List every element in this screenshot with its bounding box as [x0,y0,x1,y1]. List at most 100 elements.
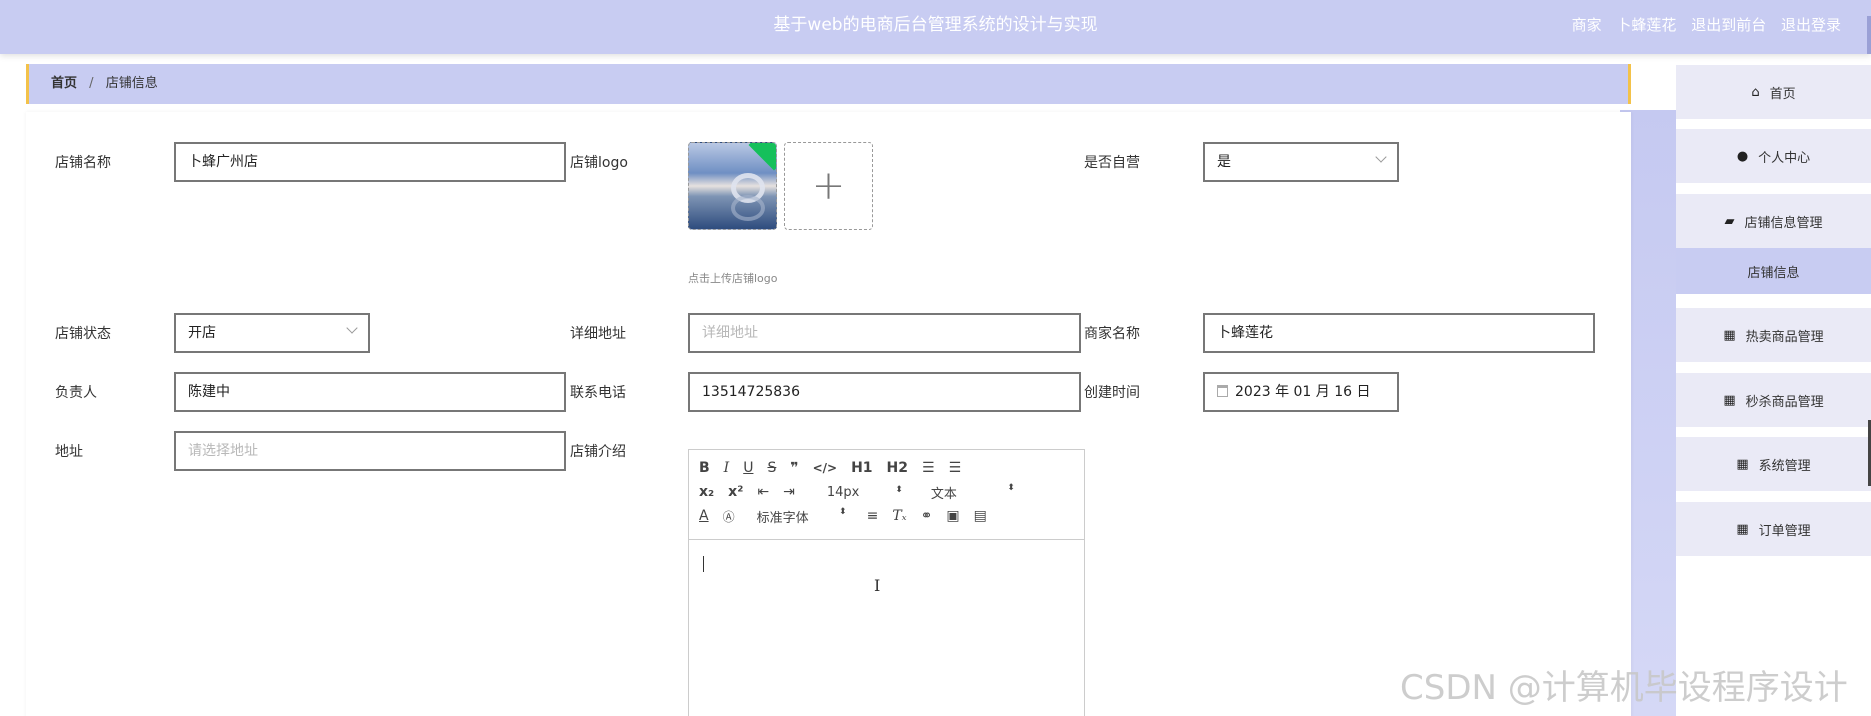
merchant-name-input[interactable]: 卜蜂莲花 [1203,313,1595,353]
apps-icon: ▦ [1723,392,1736,408]
upload-success-badge [748,143,776,171]
text-type-picker[interactable]: 文本 ⬍ [931,483,1015,502]
intro-rich-text-editor[interactable]: B I U S ❞ </> H1 H2 ☰ ☰ x₂ x² ⇤ ⇥ 14px ⬍… [688,449,1085,716]
phone-input[interactable]: 13514725836 [688,372,1081,412]
sidebar-item-label: 秒杀商品管理 [1745,394,1824,410]
self-operated-label: 是否自营 [1084,155,1140,171]
subscript-icon[interactable]: x₂ [699,484,714,500]
font-family-value: 标准字体 [756,510,809,526]
blockquote-button[interactable]: ❞ [790,460,798,476]
exit-to-front-link[interactable]: 退出到前台 [1691,16,1766,34]
toolbar-row-1: B I U S ❞ </> H1 H2 ☰ ☰ [699,456,1074,480]
sidebar-item-label: 热卖商品管理 [1745,329,1824,345]
editor-toolbar: B I U S ❞ </> H1 H2 ☰ ☰ x₂ x² ⇤ ⇥ 14px ⬍… [689,450,1084,540]
breadcrumb-current: 店铺信息 [105,76,158,91]
address-label: 地址 [55,444,83,460]
grid-icon: ▦ [1723,327,1736,343]
code-block-button[interactable]: </> [813,461,838,475]
username: 卜蜂莲花 [1616,16,1677,34]
italic-button[interactable]: I [724,460,730,476]
link-icon[interactable]: ⚭ [921,508,933,524]
sidebar-item-flash-sale[interactable]: ▦ 秒杀商品管理 [1676,373,1871,427]
grid-icon: ▦ [1736,521,1749,537]
logo-upload-button[interactable]: + [784,142,873,230]
sidebar-item-shop-info[interactable]: 店铺信息 [1676,248,1871,294]
breadcrumb-home[interactable]: 首页 [51,76,77,91]
shop-status-value: 开店 [188,325,216,341]
heading1-button[interactable]: H1 [851,460,872,476]
font-size-value: 14px [826,484,860,500]
chevron-down-icon [1375,151,1387,163]
superscript-icon[interactable]: x² [728,484,743,500]
bold-button[interactable]: B [699,460,710,476]
breadcrumb-separator: / [89,76,94,91]
font-color-icon[interactable]: A [699,508,709,524]
merchant-name-label: 商家名称 [1084,326,1140,342]
video-icon[interactable]: ▤ [974,508,987,524]
clear-format-icon[interactable]: Tₓ [892,508,906,524]
grid-icon: ▦ [1736,456,1749,472]
breadcrumb: 首页 / 店铺信息 [26,64,1631,104]
window-scrollbar-edge [1867,16,1871,54]
sidebar-item-system[interactable]: ▦ 系统管理 [1676,437,1871,491]
wallet-icon: ▰ [1724,213,1735,229]
self-operated-select[interactable]: 是 [1203,142,1399,182]
sidebar-item-home[interactable]: ⌂ 首页 [1676,65,1871,119]
logout-link[interactable]: 退出登录 [1781,16,1841,34]
created-time-label: 创建时间 [1084,385,1140,401]
sidebar-item-profile[interactable]: ● 个人中心 [1676,129,1871,183]
user-role: 商家 [1571,16,1602,34]
top-header: 基于web的电商后台管理系统的设计与实现 商家 卜蜂莲花 退出到前台 退出登录 [0,0,1871,54]
sidebar-item-label: 首页 [1769,86,1796,102]
indent-icon[interactable]: ⇥ [783,484,795,500]
user-area: 商家 卜蜂莲花 退出到前台 退出登录 [1562,0,1841,50]
manager-label: 负责人 [55,385,97,401]
intro-label: 店铺介绍 [570,444,626,460]
created-time-input[interactable]: 2023 年 01 月 16 日 [1203,372,1399,412]
shop-name-label: 店铺名称 [55,155,111,171]
sidebar-item-label: 个人中心 [1758,150,1811,166]
logo-upload-hint: 点击上传店铺logo [688,272,778,285]
sidebar: ⌂ 首页 ● 个人中心 ▰ 店铺信息管理 店铺信息 ▦ 热卖商品管理 ▦ 秒杀商… [1676,54,1871,716]
address-picker-input[interactable]: 请选择地址 [174,431,566,471]
updown-icon: ⬍ [839,506,847,517]
heading2-button[interactable]: H2 [887,460,908,476]
font-family-picker[interactable]: 标准字体 ⬍ [757,507,847,526]
chevron-down-icon [346,322,358,334]
watermark-text: CSDN @计算机毕设程序设计 [1400,668,1848,708]
detail-address-input[interactable]: 详细地址 [688,313,1081,353]
font-size-picker[interactable]: 14px ⬍ [827,485,903,500]
calendar-icon [1217,385,1228,397]
sidebar-item-label: 店铺信息 [1747,265,1800,281]
text-caret [703,556,704,572]
manager-input[interactable]: 陈建中 [174,372,566,412]
bullet-list-icon[interactable]: ☰ [949,460,962,476]
image-icon[interactable]: ▣ [946,508,959,524]
underline-button[interactable]: U [743,460,753,476]
shop-logo-image[interactable] [688,142,777,230]
ordered-list-icon[interactable]: ☰ [922,460,935,476]
self-operated-value: 是 [1217,154,1231,170]
toolbar-row-3: A Ⓐ 标准字体 ⬍ ≡ Tₓ ⚭ ▣ ▤ [699,504,1074,528]
shop-logo-label: 店铺logo [570,155,628,171]
shop-status-label: 店铺状态 [55,326,111,342]
phone-label: 联系电话 [570,385,626,401]
detail-address-label: 详细地址 [570,326,626,342]
sidebar-item-orders[interactable]: ▦ 订单管理 [1676,502,1871,556]
align-icon[interactable]: ≡ [867,508,879,524]
user-icon: ● [1736,148,1749,164]
sidebar-item-shop-management[interactable]: ▰ 店铺信息管理 [1676,194,1871,248]
sidebar-item-hot-products[interactable]: ▦ 热卖商品管理 [1676,308,1871,362]
sidebar-item-label: 店铺信息管理 [1744,215,1823,231]
text-type-value: 文本 [930,486,957,502]
created-time-value: 2023 年 01 月 16 日 [1235,384,1371,400]
plus-icon: + [811,163,846,209]
shop-name-input[interactable]: 卜蜂广州店 [174,142,566,182]
strikethrough-button[interactable]: S [767,460,776,476]
updown-icon: ⬍ [1007,482,1015,493]
background-color-icon[interactable]: Ⓐ [723,508,735,525]
toolbar-row-2: x₂ x² ⇤ ⇥ 14px ⬍ 文本 ⬍ [699,480,1074,504]
shop-status-select[interactable]: 开店 [174,313,370,353]
outdent-icon[interactable]: ⇤ [757,484,769,500]
logo-image-reflection [731,195,765,221]
